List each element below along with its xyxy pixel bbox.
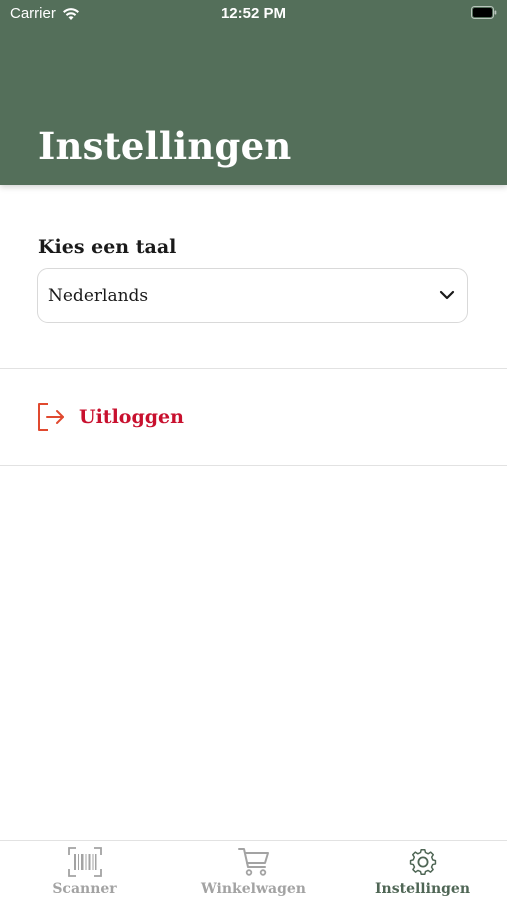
battery-icon [471, 6, 497, 19]
tab-label: Instellingen [375, 881, 470, 897]
tab-instellingen[interactable]: Instellingen [338, 841, 507, 900]
gear-icon [409, 848, 436, 876]
chevron-down-icon [439, 290, 455, 300]
status-bar: Carrier 12:52 PM [0, 0, 507, 28]
settings-screen: Carrier 12:52 PM Instellingen Kies een t… [0, 0, 507, 900]
logout-icon [38, 403, 64, 431]
tab-winkelwagen[interactable]: Winkelwagen [169, 841, 338, 900]
divider [0, 465, 507, 466]
shopping-cart-icon [237, 848, 269, 876]
language-selected-value: Nederlands [48, 286, 149, 306]
tab-label: Scanner [52, 881, 117, 897]
barcode-scanner-icon [67, 847, 102, 877]
language-select[interactable]: Nederlands [37, 268, 468, 323]
tab-scanner[interactable]: Scanner [0, 841, 169, 900]
tab-bar: Scanner Winkelwagen Instellingen [0, 840, 507, 900]
status-time: 12:52 PM [220, 5, 287, 22]
page-title: Instellingen [38, 124, 292, 168]
logout-label: Uitloggen [79, 406, 184, 428]
divider [0, 368, 507, 369]
tab-label: Winkelwagen [201, 881, 306, 897]
logout-button[interactable]: Uitloggen [0, 370, 507, 464]
language-label: Kies een taal [38, 236, 177, 258]
header: Carrier 12:52 PM Instellingen [0, 0, 507, 185]
